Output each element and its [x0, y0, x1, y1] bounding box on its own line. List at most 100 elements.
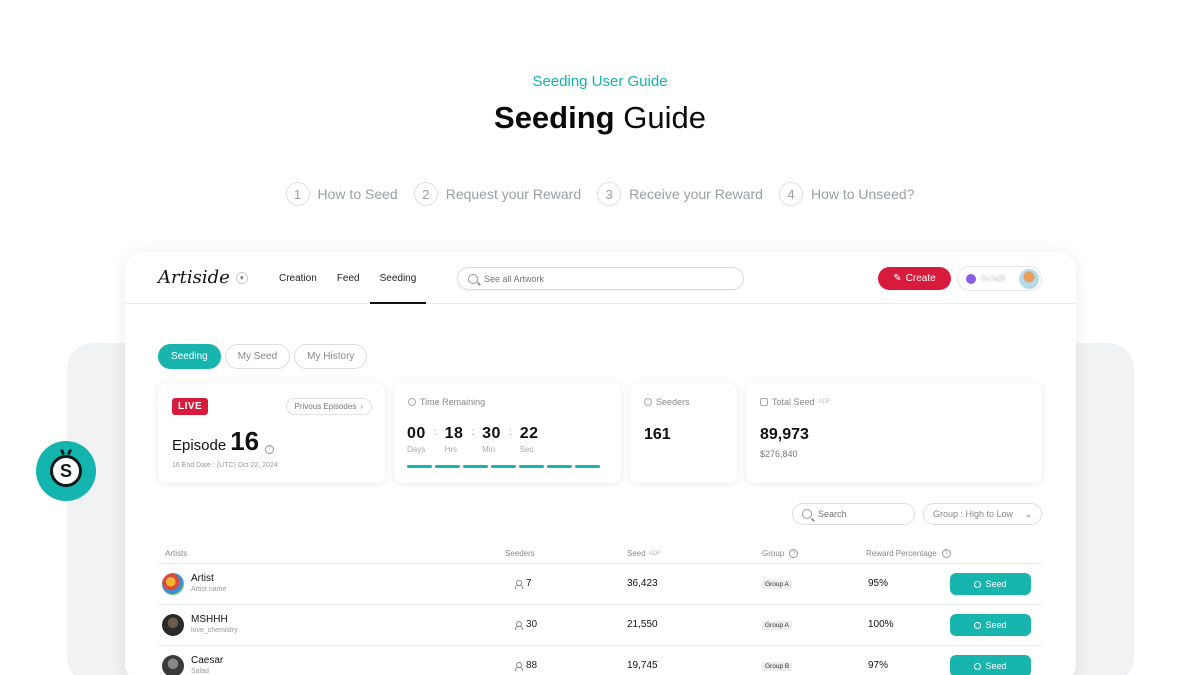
col-seed-label: Seed	[627, 549, 646, 558]
progress-segment	[463, 465, 488, 468]
tab-my-history[interactable]: My History	[294, 344, 368, 369]
hrs-label: Hrs	[444, 445, 458, 454]
artist-name[interactable]: MSHHH	[191, 614, 228, 625]
min-label: Min	[482, 445, 496, 454]
step-label: How to Unseed?	[810, 186, 915, 202]
user-name: 0x7a3f	[981, 274, 1006, 283]
group-badge: Group A	[762, 621, 792, 630]
chevron-right-icon: ›	[360, 402, 363, 411]
artist-handle: Artist name	[191, 586, 227, 593]
episode-end-date: 16 End Date : (UTC) Oct 22, 2024	[172, 462, 278, 469]
time-remaining-card: Time Remaining 00 Days : 18 Hrs : 30 Min…	[394, 383, 621, 483]
search-icon	[468, 273, 478, 284]
table-row[interactable]: MSHHH love_chemistry 30 21,550 Group A 1…	[158, 605, 1042, 646]
reward-percentage: 97%	[868, 660, 889, 671]
previous-episodes-label: Privous Episodes	[294, 402, 357, 411]
step-label: Request your Reward	[445, 186, 582, 202]
brand-logo[interactable]: Artiside ▾	[158, 267, 248, 288]
col-reward[interactable]: Reward Percentage ?	[866, 549, 951, 558]
step-how-to-unseed[interactable]: 4 How to Unseed?	[778, 182, 915, 206]
progress-segment	[547, 465, 572, 468]
tab-my-seed[interactable]: My Seed	[224, 344, 291, 369]
table-row[interactable]: Caesar Salad 88 19,745 Group B 97% Seed	[158, 646, 1042, 675]
reward-percentage: 95%	[868, 578, 889, 589]
progress-segment	[519, 465, 544, 468]
episode-card: LIVE Privous Episodes › Episode 16 ? 16 …	[158, 383, 385, 483]
seed-button[interactable]: Seed	[950, 573, 1031, 595]
row-seeders: 88	[515, 660, 537, 671]
nav-seeding[interactable]: Seeding	[369, 252, 427, 304]
table-search-input[interactable]	[818, 509, 908, 519]
min-value: 30	[482, 425, 501, 442]
seed-button[interactable]: Seed	[950, 614, 1031, 636]
search-icon	[802, 509, 812, 519]
previous-episodes-button[interactable]: Privous Episodes ›	[285, 398, 372, 415]
step-request-reward[interactable]: 2 Request your Reward	[413, 182, 582, 206]
step-label: How to Seed	[317, 186, 398, 202]
col-artists[interactable]: Artists	[165, 549, 187, 558]
chevron-down-icon[interactable]: ▾	[235, 271, 248, 284]
col-group[interactable]: Group ?	[762, 549, 799, 558]
user-menu[interactable]: 0x7a3f	[957, 266, 1042, 291]
days-value: 00	[407, 425, 426, 442]
tab-seeding[interactable]: Seeding	[158, 344, 221, 369]
group-sort-select[interactable]: Group : High to Low ⌄	[923, 503, 1042, 525]
col-seed-unit: ADF	[648, 550, 661, 557]
row-seeders-value: 30	[526, 619, 538, 630]
total-seed-value: 89,973	[760, 426, 809, 443]
avatar[interactable]	[162, 573, 184, 595]
countdown-progress	[407, 465, 600, 468]
avatar[interactable]	[162, 655, 184, 675]
artist-name[interactable]: Artist	[191, 573, 214, 584]
table-row[interactable]: Artist Artist name 7 36,423 Group A 95% …	[158, 564, 1042, 605]
countdown-hrs: 18 Hrs	[445, 425, 464, 454]
total-seed-unit: ADF	[818, 399, 831, 405]
colon-separator: :	[508, 427, 512, 438]
step-how-to-seed[interactable]: 1 How to Seed	[285, 182, 398, 206]
person-icon	[515, 661, 523, 671]
time-remaining-text: Time Remaining	[420, 397, 486, 407]
nav-links: Creation Feed Seeding	[269, 252, 427, 304]
row-seeders: 7	[515, 578, 532, 589]
countdown: 00 Days : 18 Hrs : 30 Min : 22 Sec	[407, 425, 539, 454]
seeders-text: Seeders	[656, 397, 690, 407]
countdown-min: 30 Min	[482, 425, 501, 454]
row-seeders-value: 7	[526, 578, 532, 589]
artwork-search[interactable]	[457, 267, 744, 290]
col-seed[interactable]: Seed ADF	[627, 549, 661, 558]
step-receive-reward[interactable]: 3 Receive your Reward	[597, 182, 763, 206]
col-seeders[interactable]: Seeders	[505, 549, 535, 558]
seed-button-label: Seed	[985, 661, 1007, 671]
seeders-card: Seeders 161	[630, 383, 737, 483]
table-search[interactable]	[792, 503, 915, 525]
create-label: Create	[905, 273, 936, 284]
step-label: Receive your Reward	[629, 186, 763, 202]
seed-button-label: Seed	[985, 620, 1007, 630]
users-icon	[644, 398, 652, 406]
help-icon[interactable]: ?	[265, 444, 275, 454]
col-reward-label: Reward Percentage	[866, 549, 937, 558]
live-badge: LIVE	[172, 398, 209, 415]
row-seed: 21,550	[627, 619, 658, 630]
artist-name[interactable]: Caesar	[191, 655, 223, 666]
total-seed-card: Total Seed ADF 89,973 $276,840	[746, 383, 1042, 483]
days-label: Days	[407, 445, 426, 454]
guide-steps: 1 How to Seed 2 Request your Reward 3 Re…	[0, 182, 1200, 206]
avatar[interactable]	[1019, 269, 1039, 289]
avatar[interactable]	[162, 614, 184, 636]
row-seeders-value: 88	[526, 660, 538, 671]
colon-separator: :	[433, 427, 437, 438]
seed-button[interactable]: Seed	[950, 655, 1031, 675]
help-icon[interactable]: ?	[941, 549, 951, 558]
step-number: 2	[413, 182, 438, 206]
create-button[interactable]: ✎ Create	[878, 267, 951, 290]
episode-number: 16	[230, 426, 260, 456]
step-number: 3	[597, 182, 622, 206]
person-icon	[515, 579, 523, 589]
sec-label: Sec	[519, 445, 534, 454]
artwork-search-input[interactable]	[484, 273, 724, 284]
nav-creation[interactable]: Creation	[269, 252, 327, 304]
nav-feed[interactable]: Feed	[327, 252, 370, 304]
help-icon[interactable]: ?	[789, 549, 799, 558]
brand-name: Artiside	[158, 267, 230, 288]
